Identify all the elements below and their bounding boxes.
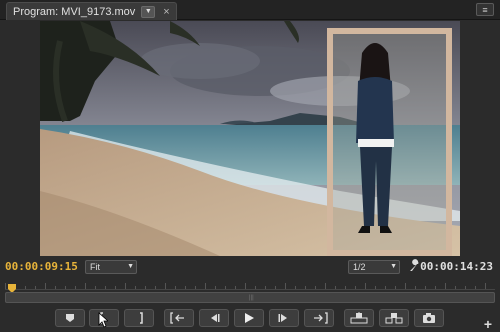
ruler-tick [455,286,456,289]
ruler-tick [335,286,336,289]
step-forward-button[interactable] [269,309,299,327]
ruler-tick [185,286,186,289]
playback-resolution-select[interactable]: 1/2 ▼ [348,260,400,274]
ruler-tick [385,286,386,289]
chevron-down-icon[interactable]: ▼ [141,5,156,18]
resolution-value: 1/2 [353,262,366,272]
panel-header: Program: MVI_9173.mov ▼ × ≡ [0,0,500,20]
ruler-tick [305,286,306,289]
ruler-tick [405,283,406,289]
go-to-out-button[interactable] [304,309,334,327]
ruler-tick [445,283,446,289]
zoom-value: Fit [90,262,100,272]
ruler-tick [365,283,366,289]
ruler-tick [155,286,156,289]
step-forward-icon [277,312,291,324]
camera-icon [422,312,436,324]
mark-out-button[interactable] [124,309,154,327]
ruler-tick [215,286,216,289]
lift-icon [350,312,368,324]
close-icon[interactable]: × [163,6,169,18]
ruler-tick [95,286,96,289]
marker-icon [65,313,75,323]
ruler-tick [355,286,356,289]
ruler-tick [195,286,196,289]
mouse-cursor-icon [98,312,110,332]
ruler-tick [55,286,56,289]
ruler-tick [35,286,36,289]
ruler-tick [435,286,436,289]
ruler-tick [135,286,136,289]
step-back-icon [207,312,221,324]
ruler-tick [145,286,146,289]
ruler-tick [125,283,126,289]
monitor-status-bar: 00:00:09:15 Fit ▼ 1/2 ▼ 00:00:14:23 [0,258,500,276]
ruler-tick [265,286,266,289]
step-back-button[interactable] [199,309,229,327]
ruler-tick [75,286,76,289]
playhead-marker-icon[interactable] [7,281,17,293]
ruler-tick [255,286,256,289]
add-marker-button[interactable] [55,309,85,327]
ruler-tick [375,286,376,289]
ruler-tick [85,283,86,289]
time-ruler[interactable] [5,280,495,290]
grip-icon: ||| [249,295,254,301]
ruler-tick [345,286,346,289]
export-frame-button[interactable] [414,309,444,327]
ruler-tick [115,286,116,289]
program-monitor-tab[interactable]: Program: MVI_9173.mov ▼ × [6,2,177,20]
ruler-tick [5,283,6,289]
extract-button[interactable] [379,309,409,327]
ruler-tick [175,286,176,289]
ruler-tick [395,286,396,289]
ruler-tick [65,286,66,289]
ruler-tick [315,286,316,289]
ruler-tick [475,286,476,289]
ruler-tick [465,286,466,289]
playhead-timecode[interactable]: 00:00:09:15 [5,260,78,273]
ruler-tick [25,286,26,289]
chevron-down-icon: ▼ [127,263,134,270]
ruler-tick [285,283,286,289]
zoom-select[interactable]: Fit ▼ [85,260,137,274]
ruler-tick [245,283,246,289]
ruler-tick [295,286,296,289]
ruler-tick [485,283,486,289]
mark-out-icon [134,312,144,324]
play-button[interactable] [234,309,264,327]
zoom-scrollbar[interactable]: ||| [5,292,495,303]
ruler-tick [235,286,236,289]
ruler-tick [45,283,46,289]
transport-controls [0,309,500,329]
extract-icon [385,312,403,324]
add-button-icon[interactable]: + [484,316,492,332]
panel-menu-icon[interactable]: ≡ [476,3,494,16]
lift-button[interactable] [344,309,374,327]
program-video-frame [40,21,460,256]
ruler-tick [165,283,166,289]
ruler-tick [205,283,206,289]
ruler-tick [325,283,326,289]
go-to-in-button[interactable] [164,309,194,327]
go-to-in-icon [170,312,188,324]
ruler-tick [415,286,416,289]
ruler-tick [105,286,106,289]
ruler-tick [225,286,226,289]
play-icon [243,312,255,324]
ruler-tick [425,286,426,289]
ruler-tick [275,286,276,289]
go-to-out-icon [310,312,328,324]
duration-timecode: 00:00:14:23 [420,260,493,273]
chevron-down-icon: ▼ [390,263,397,270]
tab-title: Program: MVI_9173.mov [13,5,136,18]
